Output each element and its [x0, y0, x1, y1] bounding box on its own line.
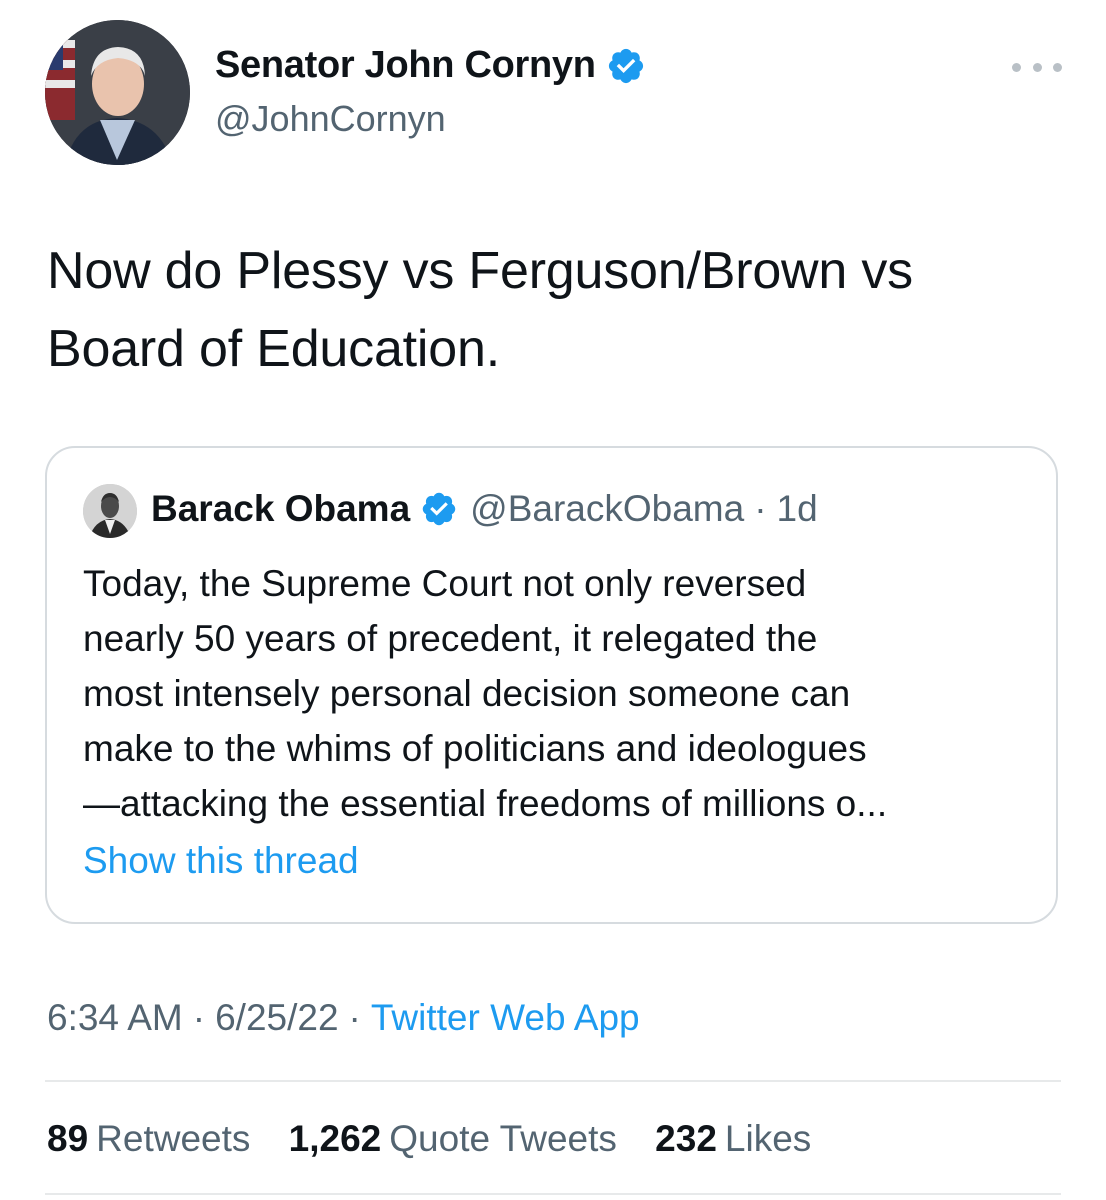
quote-tweets-stat[interactable]: 1,262 Quote Tweets — [289, 1118, 617, 1159]
likes-label: Likes — [724, 1118, 812, 1159]
tweet-stats: 89 Retweets 1,262 Quote Tweets 232 Likes — [47, 1118, 839, 1160]
quoted-separator: · — [754, 488, 767, 529]
quoted-text-line: Today, the Supreme Court not only revers… — [83, 563, 807, 604]
divider — [45, 1193, 1061, 1195]
meta-separator: · — [348, 997, 361, 1038]
quote-tweets-label: Quote Tweets — [389, 1118, 617, 1159]
retweets-count: 89 — [47, 1118, 89, 1159]
quoted-text-line: most intensely personal decision someone… — [83, 673, 851, 714]
author-avatar-image — [45, 20, 190, 165]
show-thread-link[interactable]: Show this thread — [83, 840, 359, 882]
verified-badge-icon — [420, 490, 458, 528]
author-avatar[interactable] — [45, 20, 190, 165]
quoted-author-handle[interactable]: @BarackObama — [470, 488, 744, 530]
tweet-time[interactable]: 6:34 AM — [47, 997, 183, 1038]
meta-separator: · — [192, 997, 206, 1038]
more-dot — [1012, 62, 1021, 72]
quoted-avatar-image — [83, 484, 137, 538]
quoted-author-name[interactable]: Barack Obama — [151, 488, 410, 530]
quoted-header: Barack Obama @BarackObama · 1d — [151, 488, 818, 530]
verified-badge-icon — [606, 46, 646, 86]
quoted-tweet-card[interactable]: Barack Obama @BarackObama · 1d Today, th… — [45, 446, 1058, 924]
retweets-stat[interactable]: 89 Retweets — [47, 1118, 250, 1159]
quoted-text-line: nearly 50 years of precedent, it relegat… — [83, 618, 818, 659]
author-display-name[interactable]: Senator John Cornyn — [215, 44, 646, 87]
quoted-text-line: make to the whims of politicians and ide… — [83, 728, 867, 769]
more-dot — [1032, 62, 1042, 72]
likes-count: 232 — [655, 1118, 717, 1159]
tweet-source-link[interactable]: Twitter Web App — [371, 997, 640, 1038]
quoted-timestamp[interactable]: 1d — [777, 488, 818, 530]
tweet-date[interactable]: 6/25/22 — [215, 997, 338, 1038]
more-dot — [1053, 62, 1062, 72]
tweet-meta: 6:34 AM · 6/25/22 · Twitter Web App — [47, 997, 640, 1039]
quote-tweets-count: 1,262 — [288, 1118, 382, 1159]
author-handle[interactable]: @JohnCornyn — [215, 98, 446, 140]
quoted-author-avatar[interactable] — [83, 484, 137, 538]
quoted-tweet-text: Today, the Supreme Court not only revers… — [83, 556, 1043, 831]
tweet-text: Now do Plessy vs Ferguson/Brown vs Board… — [47, 242, 913, 378]
author-name-text: Senator John Cornyn — [215, 44, 596, 86]
retweets-label: Retweets — [96, 1118, 251, 1159]
quoted-text-line: —attacking the essential freedoms of mil… — [83, 783, 888, 824]
likes-stat[interactable]: 232 Likes — [655, 1118, 811, 1159]
more-options-icon[interactable] — [1012, 55, 1062, 79]
divider — [45, 1080, 1061, 1082]
